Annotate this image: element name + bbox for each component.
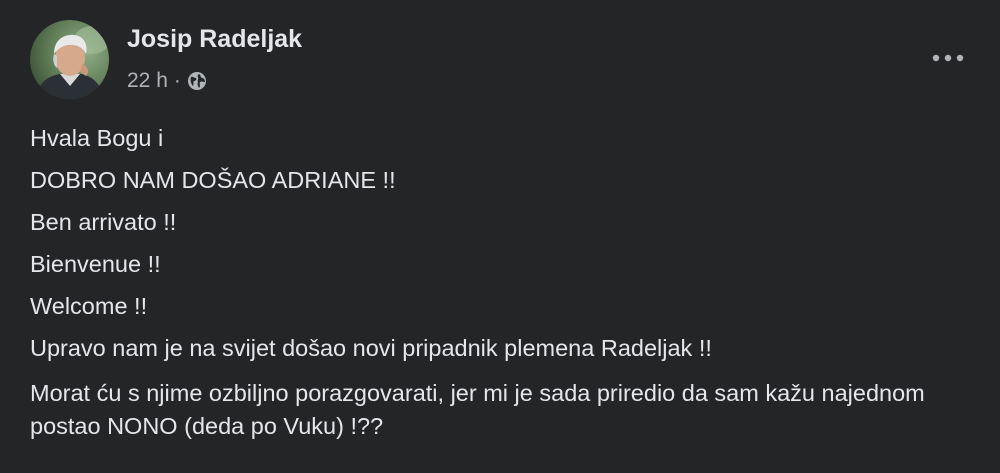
post-line: Hvala Bogu i: [30, 125, 164, 151]
meta-separator: ·: [173, 69, 181, 92]
post-line: Welcome !!: [30, 293, 148, 319]
globe-icon[interactable]: [186, 70, 208, 92]
author-name[interactable]: Josip Radeljak: [127, 25, 302, 54]
post-timestamp[interactable]: 22 h: [127, 69, 168, 93]
post-body: Hvala Bogu i DOBRO NAM DOŠAO ADRIANE !! …: [30, 117, 980, 443]
post-paragraph: Morat ću s njime ozbiljno porazgovarati,…: [30, 380, 925, 439]
avatar[interactable]: [30, 20, 109, 99]
post-meta: 22 h ·: [127, 66, 208, 96]
post-line: Ben arrivato !!: [30, 209, 177, 235]
avatar-photo: [30, 20, 109, 99]
more-options-icon[interactable]: [928, 40, 968, 76]
post-line: DOBRO NAM DOŠAO ADRIANE !!: [30, 167, 396, 193]
post-line: Upravo nam je na svijet došao novi pripa…: [30, 335, 712, 361]
post-line: Bienvenue !!: [30, 251, 161, 277]
facebook-post: Josip Radeljak 22 h · Hvala Bogu i DOBRO…: [0, 0, 1000, 473]
